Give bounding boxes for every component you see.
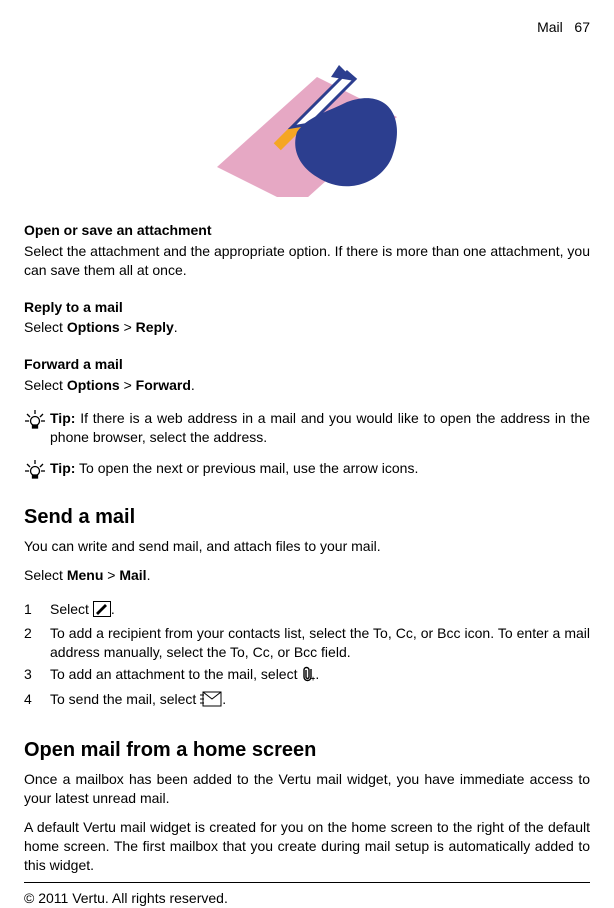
lightbulb-icon <box>24 409 46 434</box>
forward-body: Select Options > Forward. <box>24 376 590 395</box>
send-select-line: Select Menu > Mail. <box>24 566 590 585</box>
tip-1: Tip: If there is a web address in a mail… <box>24 409 590 447</box>
step-2-num: 2 <box>24 624 38 662</box>
compose-icon <box>93 601 111 622</box>
reply-title: Reply to a mail <box>24 298 590 317</box>
send-sep: > <box>103 567 119 583</box>
page: Mail 67 Open or save an attachment Selec… <box>0 0 614 892</box>
send-sel-prefix: Select <box>24 567 67 583</box>
step-1-text-a: Select <box>50 601 93 617</box>
forward-sep: > <box>120 377 136 393</box>
home-screen-heading: Open mail from a home screen <box>24 737 590 764</box>
reply-action: Reply <box>136 319 174 335</box>
step-1-body: Select . <box>50 600 590 622</box>
tip-2: Tip: To open the next or previous mail, … <box>24 459 590 484</box>
lightbulb-icon <box>24 459 46 484</box>
header-page-number-value: 67 <box>574 19 590 35</box>
page-header: Mail 67 <box>24 18 590 37</box>
send-menu: Menu <box>67 567 104 583</box>
step-1-num: 1 <box>24 600 38 622</box>
step-3: 3 To add an attachment to the mail, sele… <box>24 665 590 687</box>
send-suffix: . <box>147 567 151 583</box>
step-1-text-b: . <box>111 601 115 617</box>
home-p2: A default Vertu mail widget is created f… <box>24 818 590 875</box>
step-4-body: To send the mail, select . <box>50 690 590 712</box>
home-p1: Once a mailbox has been added to the Ver… <box>24 770 590 808</box>
header-section: Mail <box>537 19 563 35</box>
tip-2-body: To open the next or previous mail, use t… <box>75 460 418 476</box>
send-steps: 1 Select . 2 To add a recipient from you… <box>24 597 590 715</box>
step-2-body: To add a recipient from your contacts li… <box>50 624 590 662</box>
forward-options: Options <box>67 377 120 393</box>
reply-prefix: Select <box>24 319 67 335</box>
reply-suffix: . <box>174 319 178 335</box>
forward-title: Forward a mail <box>24 355 590 374</box>
tip-1-label: Tip: <box>50 410 75 426</box>
paperclip-icon: + <box>301 666 315 687</box>
tip-2-text: Tip: To open the next or previous mail, … <box>50 459 418 478</box>
reply-options: Options <box>67 319 120 335</box>
tip-1-body: If there is a web address in a mail and … <box>50 410 590 445</box>
send-mail: Mail <box>119 567 146 583</box>
forward-action: Forward <box>136 377 191 393</box>
step-1: 1 Select . <box>24 600 590 622</box>
reply-sep: > <box>120 319 136 335</box>
tip-1-text: Tip: If there is a web address in a mail… <box>50 409 590 447</box>
envelope-icon <box>200 691 222 712</box>
step-3-text-b: . <box>315 666 319 682</box>
step-3-num: 3 <box>24 665 38 687</box>
gesture-illustration <box>24 47 590 197</box>
send-intro: You can write and send mail, and attach … <box>24 537 590 556</box>
step-4-text-b: . <box>222 691 226 707</box>
reply-body: Select Options > Reply. <box>24 318 590 337</box>
step-3-text-a: To add an attachment to the mail, select <box>50 666 301 682</box>
forward-suffix: . <box>191 377 195 393</box>
copyright: © 2011 Vertu. All rights reserved. <box>24 890 228 906</box>
step-4-text-a: To send the mail, select <box>50 691 200 707</box>
step-2: 2 To add a recipient from your contacts … <box>24 624 590 662</box>
footer: © 2011 Vertu. All rights reserved. <box>24 882 590 908</box>
step-4: 4 To send the mail, select . <box>24 690 590 712</box>
send-mail-heading: Send a mail <box>24 504 590 531</box>
step-4-num: 4 <box>24 690 38 712</box>
forward-prefix: Select <box>24 377 67 393</box>
attachment-body: Select the attachment and the appropriat… <box>24 242 590 280</box>
step-3-body: To add an attachment to the mail, select… <box>50 665 590 687</box>
swipe-gesture-icon <box>197 47 417 197</box>
tip-2-label: Tip: <box>50 460 75 476</box>
attachment-title: Open or save an attachment <box>24 221 590 240</box>
